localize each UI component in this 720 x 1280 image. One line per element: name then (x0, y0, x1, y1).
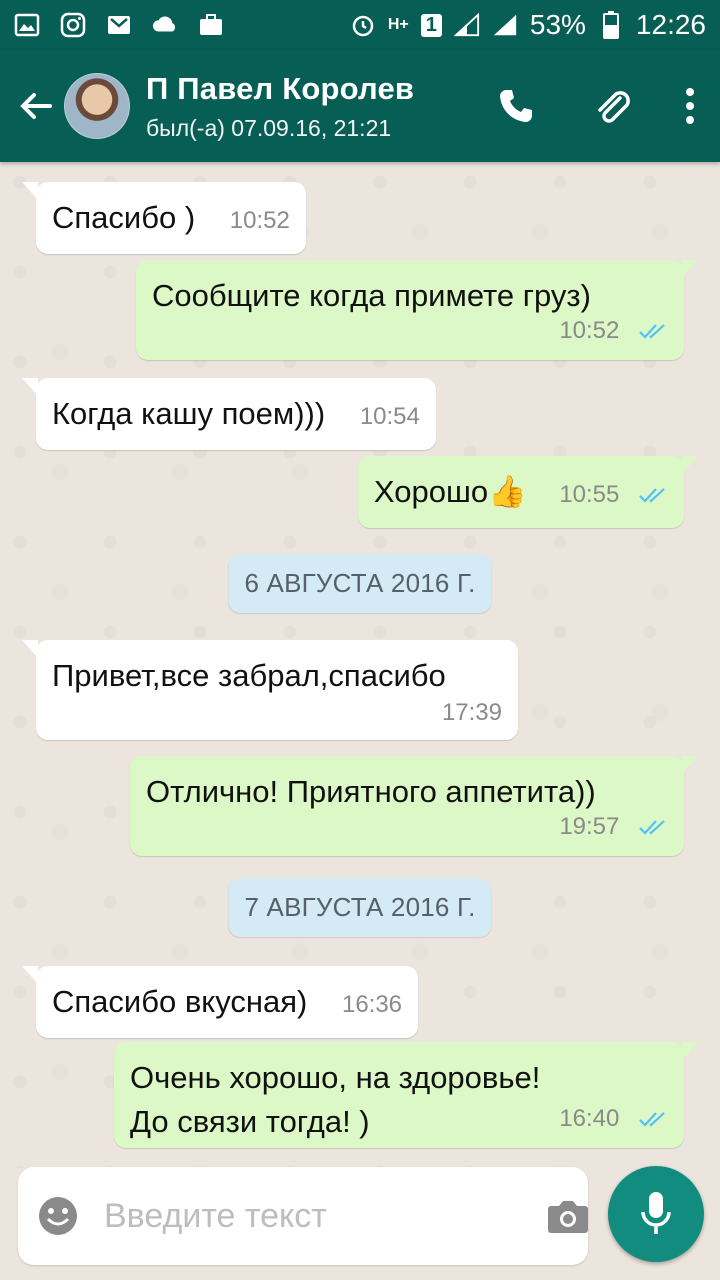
camera-button[interactable] (547, 1194, 589, 1238)
message-time: 16:36 (341, 991, 403, 1018)
briefcase-notification-icon (198, 12, 224, 38)
read-ticks-icon (638, 1100, 668, 1136)
gallery-notification-icon (14, 12, 40, 38)
instagram-notification-icon (60, 12, 86, 38)
status-time: 12:26 (635, 9, 706, 40)
smiley-icon (39, 1197, 77, 1235)
camera-icon (548, 1201, 588, 1233)
message-time: 10:54 (359, 403, 420, 430)
message-time: 17:39 (441, 699, 502, 726)
back-button[interactable] (8, 66, 64, 146)
incoming-message[interactable]: Когда кашу поем))) 10:54 (22, 378, 436, 450)
signal-icon-2 (492, 12, 518, 38)
message-time: 10:52 (559, 317, 620, 345)
message-list[interactable]: Спасибо ) 10:52 Сообщите когда примете г… (0, 162, 720, 1168)
more-options-button[interactable] (660, 66, 720, 146)
arrow-left-icon (20, 93, 52, 119)
emoji-button[interactable] (36, 1194, 80, 1238)
mic-button[interactable] (608, 1166, 704, 1262)
message-input[interactable] (104, 1196, 547, 1236)
attach-button[interactable] (564, 66, 660, 146)
message-text: Хорошо👍 (373, 474, 527, 509)
contact-info[interactable]: П Павел Королев был(-а) 07.09.16, 21:21 (146, 71, 468, 142)
date-divider-text: 6 АВГУСТА 2016 Г. (244, 568, 476, 598)
incoming-message[interactable]: Спасибо ) 10:52 (22, 182, 306, 254)
chat-header: П Павел Королев был(-а) 07.09.16, 21:21 (0, 50, 720, 162)
outgoing-message[interactable]: Хорошо👍 10:55 (357, 456, 699, 528)
mic-icon (641, 1192, 671, 1234)
message-time: 19:57 (559, 813, 620, 841)
outgoing-message[interactable]: Сообщите когда примете груз) 10:52 (136, 260, 698, 360)
last-seen: был(-а) 07.09.16, 21:21 (146, 114, 392, 141)
read-ticks-icon (638, 808, 668, 844)
sim-badge: 1 (420, 13, 442, 37)
outgoing-message[interactable]: Отлично! Приятного аппетита)) 19:57 (130, 756, 698, 856)
call-button[interactable] (468, 66, 564, 146)
message-time: 10:52 (229, 207, 290, 234)
message-text: Очень хорошо, на здоровье! До связи тогд… (130, 1060, 541, 1139)
message-text: Спасибо ) (52, 200, 196, 235)
incoming-message[interactable]: Спасибо вкусная) 16:36 (21, 966, 419, 1038)
outgoing-message[interactable]: Очень хорошо, на здоровье! До связи тогд… (114, 1042, 698, 1148)
read-ticks-icon (638, 476, 668, 512)
alarm-icon (350, 12, 376, 38)
contact-name: П Павел Королев (146, 70, 415, 106)
mail-notification-icon (106, 12, 132, 38)
date-divider: 7 АВГУСТА 2016 Г. (228, 878, 492, 937)
more-vert-icon (686, 88, 694, 124)
battery-icon (598, 11, 624, 39)
date-divider-text: 7 АВГУСТА 2016 Г. (244, 892, 476, 922)
incoming-message[interactable]: Привет,все забрал,спасибо 17:39 (22, 640, 518, 740)
message-text: Спасибо вкусная) (52, 984, 308, 1019)
phone-icon (500, 90, 532, 122)
message-time: 16:40 (559, 1105, 620, 1133)
avatar[interactable] (64, 73, 130, 139)
message-time: 10:55 (559, 481, 620, 508)
message-text: Привет,все забрал,спасибо (52, 658, 446, 693)
signal-icon (453, 12, 480, 38)
date-divider: 6 АВГУСТА 2016 Г. (228, 554, 492, 613)
battery-percent: 53% (529, 9, 586, 40)
network-type-label: H+ (387, 16, 409, 33)
compose-bar (18, 1167, 588, 1265)
message-text: Когда кашу поем))) (52, 396, 326, 431)
read-ticks-icon (638, 312, 668, 348)
paperclip-icon (598, 91, 630, 123)
cloud-notification-icon (152, 12, 178, 38)
status-bar: H+ 1 53% 12:26 (0, 0, 720, 50)
